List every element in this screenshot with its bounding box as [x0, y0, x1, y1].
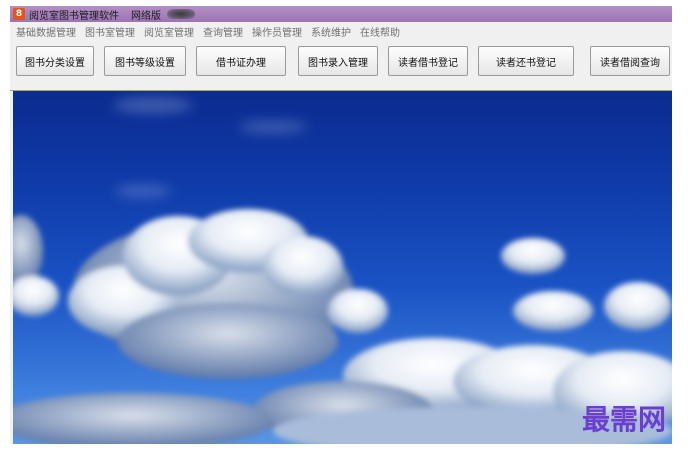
menu-system-maintenance[interactable]: 系统维护 — [311, 24, 351, 39]
toolbar: 图书分类设置 图书等级设置 借书证办理 图书录入管理 读者借书登记 读者还书登记… — [10, 40, 672, 91]
menu-operator[interactable]: 操作员管理 — [252, 24, 302, 39]
menu-bar: 基础数据管理 图书室管理 阅览室管理 查询管理 操作员管理 系统维护 在线帮助 — [10, 22, 672, 40]
app-window: 8 阅览室图书管理软件 网络版 基础数据管理 图书室管理 阅览室管理 查询管理 … — [10, 6, 672, 444]
redacted-blur — [167, 9, 195, 19]
window-edition-label: 网络版 — [131, 10, 161, 22]
book-entry-button[interactable]: 图书录入管理 — [298, 46, 378, 76]
menu-query[interactable]: 查询管理 — [203, 24, 243, 39]
reader-borrow-button[interactable]: 读者借书登记 — [388, 46, 468, 76]
app-logo-icon: 8 — [13, 8, 25, 20]
menu-basic-data[interactable]: 基础数据管理 — [16, 24, 76, 39]
window-title: 阅览室图书管理软件 — [29, 10, 119, 22]
reader-borrow-query-button[interactable]: 读者借阅查询 — [590, 46, 670, 76]
reader-return-button[interactable]: 读者还书登记 — [478, 46, 574, 76]
library-card-button[interactable]: 借书证办理 — [196, 46, 286, 76]
sky-clouds-image — [13, 97, 672, 444]
book-level-settings-button[interactable]: 图书等级设置 — [104, 46, 186, 76]
menu-reading-room[interactable]: 阅览室管理 — [144, 24, 194, 39]
menu-library-room[interactable]: 图书室管理 — [85, 24, 135, 39]
menu-online-help[interactable]: 在线帮助 — [360, 24, 400, 39]
book-category-settings-button[interactable]: 图书分类设置 — [16, 46, 94, 76]
title-bar[interactable]: 8 阅览室图书管理软件 网络版 — [10, 6, 672, 22]
watermark-text: 最需网 — [581, 403, 666, 436]
main-content-background: 最需网 — [13, 91, 672, 444]
